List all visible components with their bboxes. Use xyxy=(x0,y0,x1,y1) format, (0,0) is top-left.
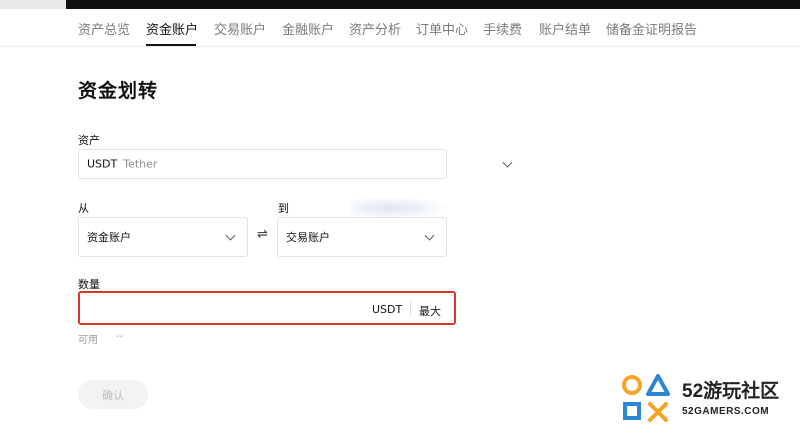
max-button[interactable]: 最大 xyxy=(419,303,441,319)
chevron-down-icon xyxy=(502,157,513,168)
gamepad-symbols-icon xyxy=(622,374,670,422)
tab-fees[interactable]: 手续费 xyxy=(483,19,522,38)
available-label: 可用 xyxy=(78,335,98,346)
tab-finance-account[interactable]: 金融账户 xyxy=(282,19,334,38)
confirm-button[interactable]: 确认 xyxy=(78,380,148,409)
from-account-value: 资金账户 xyxy=(87,231,131,244)
amount-label: 数量 xyxy=(78,278,100,291)
swap-direction-icon[interactable]: ⇌ xyxy=(257,227,268,242)
asset-select[interactable]: USDT Tether xyxy=(78,149,513,179)
to-label: 到 xyxy=(278,202,289,215)
asset-select-value: USDT Tether xyxy=(87,158,157,171)
page-title: 资金划转 xyxy=(78,80,159,102)
chevron-down-icon xyxy=(424,230,435,241)
top-bar-block xyxy=(0,0,66,9)
from-label: 从 xyxy=(78,202,89,215)
tab-asset-overview[interactable]: 资产总览 xyxy=(78,19,130,38)
site-watermark: 52游玩社区 52GAMERS.COM xyxy=(620,372,796,428)
tab-trading-account[interactable]: 交易账户 xyxy=(214,19,266,38)
available-value: -- xyxy=(116,331,124,342)
amount-input[interactable] xyxy=(86,299,356,319)
to-account-value: 交易账户 xyxy=(286,231,330,244)
amount-field[interactable]: USDT 最大 xyxy=(78,291,456,325)
account-tabs: 资产总览 资金账户 交易账户 金融账户 资产分析 订单中心 手续费 账户结单 储… xyxy=(0,9,800,47)
watermark-subtitle: 52GAMERS.COM xyxy=(682,406,770,417)
active-tab-indicator xyxy=(146,44,196,46)
asset-label: 资产 xyxy=(78,134,100,147)
from-account-select[interactable]: 资金账户 xyxy=(78,217,248,257)
top-bar xyxy=(0,0,800,9)
amount-divider xyxy=(410,301,411,317)
tab-proof-of-reserves[interactable]: 储备金证明报告 xyxy=(606,19,697,38)
asset-symbol: USDT xyxy=(87,157,118,171)
asset-name: Tether xyxy=(123,157,158,171)
blurred-overlay xyxy=(350,196,450,220)
tab-asset-analysis[interactable]: 资产分析 xyxy=(349,19,401,38)
watermark-title: 52游玩社区 xyxy=(682,381,780,402)
amount-unit: USDT xyxy=(372,303,403,316)
tab-order-center[interactable]: 订单中心 xyxy=(416,19,468,38)
tab-funding-account[interactable]: 资金账户 xyxy=(146,19,198,38)
to-account-select[interactable]: 交易账户 xyxy=(277,217,447,257)
tab-statements[interactable]: 账户结单 xyxy=(539,19,591,38)
chevron-down-icon xyxy=(225,230,236,241)
